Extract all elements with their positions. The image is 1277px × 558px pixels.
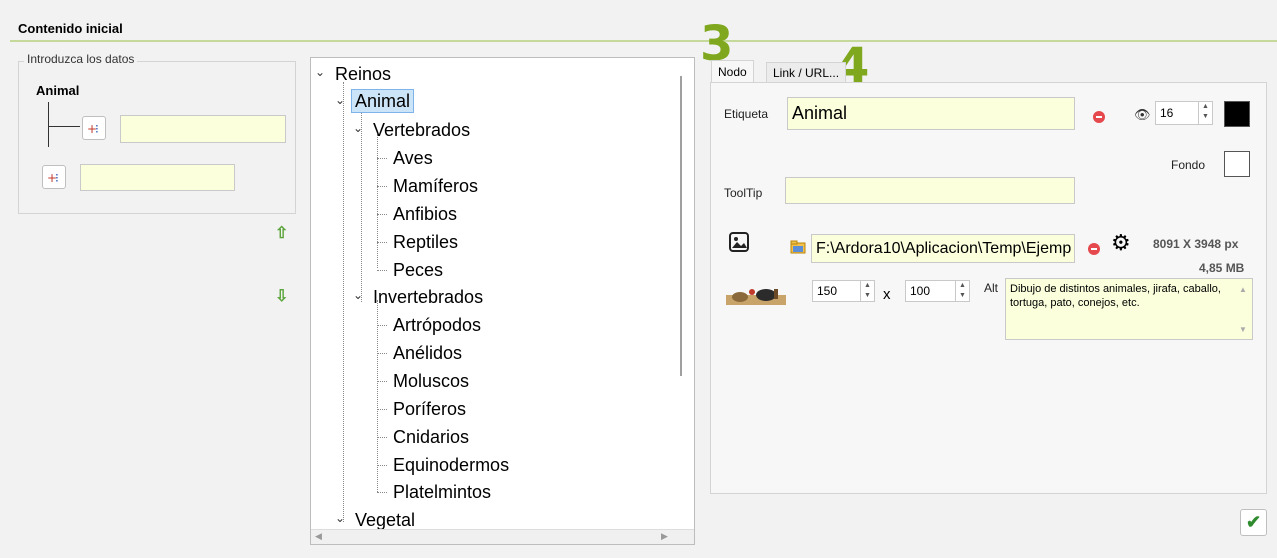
add-child-button[interactable]: + ⁝ (82, 116, 106, 140)
tree-view[interactable]: ⌄ Reinos ⌄ Animal ⌄ Vertebrados Aves Mam… (310, 57, 695, 545)
tree-node-cnidarios[interactable]: Cnidarios (393, 426, 469, 448)
tree-line (377, 134, 378, 268)
header-divider (10, 40, 1277, 42)
child-node-input[interactable] (120, 115, 286, 143)
tree-line (377, 465, 387, 466)
tree-line (377, 437, 387, 438)
tree-node-equinodermos[interactable]: Equinodermos (393, 454, 509, 476)
folder-icon[interactable] (790, 240, 806, 259)
vertical-scrollbar[interactable] (680, 76, 682, 376)
eye-icon[interactable]: 👁 (1134, 107, 1151, 123)
tree-line (377, 214, 387, 215)
remove-icon[interactable] (1093, 111, 1105, 123)
section-title: Contenido inicial (18, 21, 123, 36)
tree-node-moluscos[interactable]: Moluscos (393, 370, 469, 392)
tree-line (377, 186, 387, 187)
move-up-button[interactable]: ⇧ (275, 223, 288, 243)
stepper-arrows[interactable]: ▲ ▼ (860, 281, 874, 301)
tree-line (377, 300, 378, 492)
tree-node-peces[interactable]: Peces (393, 259, 443, 281)
tree-line (377, 242, 387, 243)
move-down-button[interactable]: ⇩ (275, 286, 288, 306)
tree-line (377, 409, 387, 410)
tree-line (377, 270, 387, 271)
image-thumbnail (726, 283, 786, 309)
label-input[interactable] (787, 97, 1075, 130)
gear-icon[interactable]: ⚙ (1111, 232, 1131, 254)
tooltip-caption: ToolTip (724, 186, 763, 200)
label-caption: Etiqueta (724, 107, 769, 121)
font-size-stepper[interactable]: 16 ▲ ▼ (1155, 101, 1213, 125)
horizontal-scrollbar[interactable]: ◀ ▶ (311, 529, 694, 544)
tree-node-root[interactable]: Reinos (335, 63, 391, 85)
add-sibling-button[interactable]: + ⁝ (42, 165, 66, 189)
tree-line (377, 492, 387, 493)
group-legend: Introduzca los datos (24, 52, 138, 66)
image-dimensions: 8091 X 3948 px (1153, 237, 1239, 251)
tree-node-platelmintos[interactable]: Platelmintos (393, 481, 491, 503)
chevron-down-icon[interactable]: ⌄ (353, 121, 363, 135)
alt-textarea[interactable]: Dibujo de distintos animales, jirafa, ca… (1005, 278, 1253, 340)
times-sign: x (883, 286, 891, 303)
tree-node-invertebrados[interactable]: Invertebrados (373, 286, 483, 308)
tree-node-reptiles[interactable]: Reptiles (393, 231, 458, 253)
stepper-arrows[interactable]: ▲ ▼ (1198, 102, 1212, 124)
width-stepper[interactable]: 150 ▲ ▼ (812, 280, 875, 302)
scroll-right-icon[interactable]: ▶ (661, 531, 668, 542)
tree-line (343, 82, 344, 522)
tree-node-anfibios[interactable]: Anfibios (393, 203, 457, 225)
chevron-down-icon[interactable]: ⌄ (335, 93, 345, 107)
tree-node-anelidos[interactable]: Anélidos (393, 342, 462, 364)
text-color-swatch[interactable] (1224, 101, 1250, 127)
sibling-node-input[interactable] (80, 164, 235, 191)
tree-line (377, 325, 387, 326)
arrow-down-icon: ⇩ (275, 288, 289, 305)
check-icon: ✔ (1245, 512, 1262, 532)
tree-node-animal[interactable]: Animal (351, 89, 415, 113)
connector-vertical (48, 102, 49, 147)
chevron-down-icon[interactable]: ⌄ (353, 288, 363, 302)
alt-caption: Alt (984, 281, 999, 295)
tooltip-input[interactable] (785, 177, 1075, 204)
svg-text:⁝: ⁝ (95, 122, 99, 136)
confirm-button[interactable]: ✔ (1240, 509, 1267, 536)
root-node-label: Animal (36, 83, 80, 98)
scroll-down-icon[interactable]: ▼ (1239, 325, 1247, 334)
tab-link-url[interactable]: Link / URL... (766, 62, 847, 82)
image-filesize: 4,85 MB (1199, 261, 1245, 275)
add-node-icon: +⁝ (87, 122, 99, 136)
tree-line (361, 106, 362, 302)
add-node-icon: +⁝ (47, 171, 59, 185)
height-value: 100 (910, 284, 931, 298)
tab-nodo[interactable]: Nodo (711, 60, 754, 83)
svg-text:⁝: ⁝ (55, 171, 59, 185)
remove-icon[interactable] (1088, 243, 1100, 255)
connector-horizontal (48, 126, 80, 127)
tree-line (377, 353, 387, 354)
tree-node-poriferos[interactable]: Poríferos (393, 398, 466, 420)
tree-node-artropodos[interactable]: Artrópodos (393, 314, 481, 336)
image-path-field[interactable]: F:\Ardora10\Aplicacion\Temp\Ejemp (811, 234, 1075, 263)
scroll-left-icon[interactable]: ◀ (315, 531, 322, 542)
tree-node-aves[interactable]: Aves (393, 147, 433, 169)
tree-node-vertebrados[interactable]: Vertebrados (373, 119, 470, 141)
arrow-up-icon: ⇧ (275, 225, 289, 242)
tree-line (377, 381, 387, 382)
background-color-swatch[interactable] (1224, 151, 1250, 177)
tree-node-mamiferos[interactable]: Mamíferos (393, 175, 478, 197)
width-value: 150 (817, 284, 838, 298)
chevron-down-icon[interactable]: ⌄ (335, 511, 345, 525)
tree-node-vegetal[interactable]: Vegetal (355, 509, 415, 531)
font-size-value: 16 (1160, 106, 1174, 120)
chevron-down-icon[interactable]: ⌄ (315, 65, 325, 79)
stepper-arrows[interactable]: ▲ ▼ (955, 281, 969, 301)
tree-line (377, 158, 387, 159)
height-stepper[interactable]: 100 ▲ ▼ (905, 280, 970, 302)
image-icon (728, 231, 750, 258)
scroll-up-icon[interactable]: ▲ (1239, 285, 1247, 294)
background-caption: Fondo (1171, 158, 1206, 172)
